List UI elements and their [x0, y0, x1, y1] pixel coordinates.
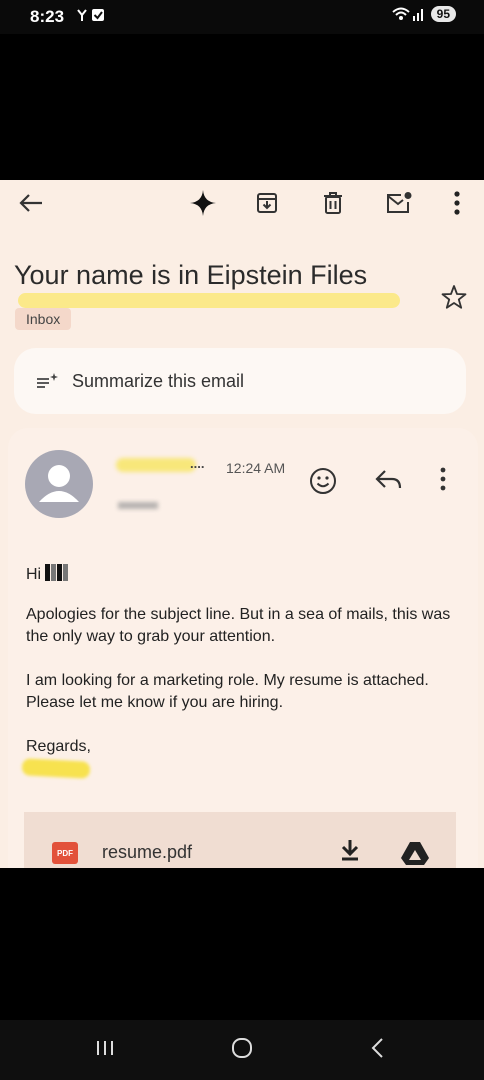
archive-icon — [257, 193, 277, 213]
email-paragraph-1: Apologies for the subject line. But in a… — [26, 606, 451, 645]
save-to-drive-button[interactable] — [400, 840, 430, 868]
back-button[interactable] — [16, 188, 46, 218]
system-navigation-bar — [0, 1020, 484, 1080]
archive-button[interactable] — [252, 188, 282, 218]
sender-name-redacted — [116, 458, 196, 472]
summarize-icon — [37, 373, 58, 388]
battery-indicator: 95 — [430, 6, 456, 22]
email-signoff: Regards, — [26, 738, 91, 755]
email-time: 12:24 AM — [226, 460, 286, 476]
emoji-icon — [310, 468, 336, 494]
summarize-email-button[interactable]: Summarize this email — [14, 348, 466, 414]
drive-icon — [401, 842, 429, 865]
recent-apps-button[interactable] — [94, 1036, 116, 1065]
email-message-card: .... 12:24 AM Hi Apologies for the subje… — [8, 428, 478, 868]
greeting-line: Hi — [26, 564, 69, 586]
delete-icon — [324, 192, 342, 214]
star-button[interactable] — [441, 284, 467, 315]
mark-unread-button[interactable] — [384, 188, 414, 218]
gemini-button[interactable] — [188, 188, 218, 218]
more-vert-icon — [440, 467, 446, 491]
email-toolbar — [0, 180, 484, 226]
sender-avatar[interactable] — [25, 450, 93, 518]
star-icon — [441, 285, 467, 309]
avatar-person-icon — [39, 465, 79, 502]
more-options-button[interactable] — [442, 188, 472, 218]
status-right: 95 — [391, 6, 456, 22]
pdf-file-icon: PDF — [52, 842, 78, 864]
back-arrow-icon — [19, 194, 42, 212]
reply-button[interactable] — [374, 468, 404, 497]
message-more-button[interactable] — [440, 466, 446, 497]
home-icon — [232, 1038, 252, 1058]
add-reaction-button[interactable] — [308, 466, 338, 501]
download-icon — [341, 840, 359, 861]
download-attachment-button[interactable] — [338, 838, 362, 868]
reply-icon — [375, 470, 402, 489]
summarize-label: Summarize this email — [72, 370, 245, 391]
attachment-card[interactable]: PDF resume.pdf — [24, 812, 456, 868]
sender-ellipsis: .... — [190, 456, 205, 471]
home-button[interactable] — [230, 1036, 254, 1065]
status-time: 8:23 — [30, 7, 65, 26]
mark-unread-icon — [387, 192, 412, 213]
chevron-left-icon — [371, 1038, 383, 1058]
email-screen: Your name is in Eipstein Files Inbox Sum… — [0, 180, 484, 868]
email-paragraph-2: I am looking for a marketing role. My re… — [26, 672, 429, 711]
greeting-text: Hi — [26, 566, 42, 583]
more-vert-icon — [454, 191, 460, 215]
recipient-redacted[interactable] — [118, 502, 158, 509]
inbox-label-chip[interactable]: Inbox — [15, 308, 72, 330]
gemini-sparkle-icon — [190, 190, 216, 216]
notification-icon — [77, 9, 104, 21]
recipient-name-redacted — [45, 564, 69, 586]
back-nav-button[interactable] — [368, 1036, 388, 1065]
signature-redacted — [21, 758, 91, 779]
email-subject: Your name is in Eipstein Files — [14, 260, 368, 290]
wifi-signal-icon — [391, 7, 423, 21]
status-notification-icons — [76, 6, 106, 27]
delete-button[interactable] — [318, 188, 348, 218]
subject-highlight — [18, 293, 400, 308]
status-bar: 8:23 95 — [0, 0, 484, 34]
recent-apps-icon — [97, 1041, 113, 1055]
attachment-filename: resume.pdf — [102, 842, 193, 862]
